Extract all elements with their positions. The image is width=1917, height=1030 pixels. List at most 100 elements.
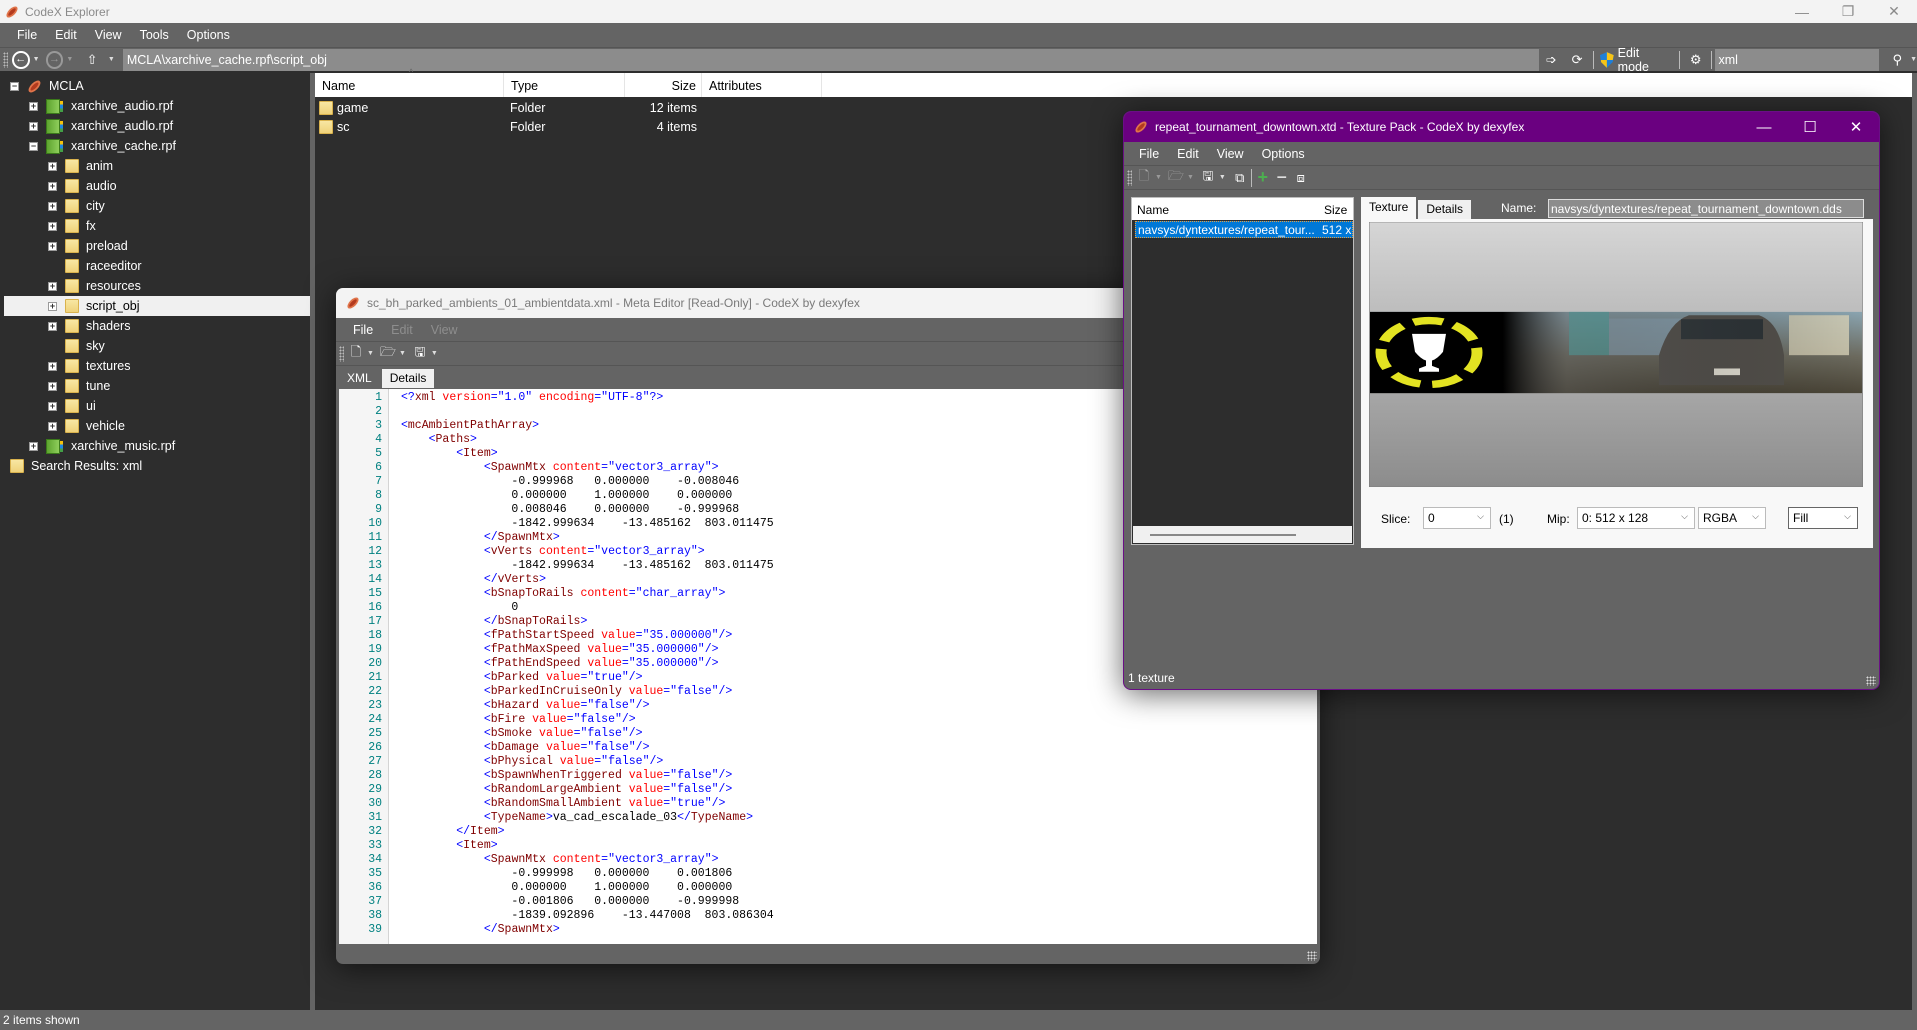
close-button[interactable]: ✕ (1833, 112, 1879, 142)
restore-button[interactable]: ❐ (1825, 0, 1871, 23)
up-dropdown-icon[interactable]: ▼ (108, 56, 115, 63)
tree-item[interactable]: − xarchive_cache.rpf (4, 136, 310, 156)
tree-item[interactable]: + ui (4, 396, 310, 416)
refresh-icon[interactable]: ⟳ (1567, 51, 1587, 69)
expand-icon[interactable]: + (48, 241, 57, 251)
tree-item[interactable]: + xarchive_music.rpf (4, 436, 310, 456)
tree-item[interactable]: + textures (4, 356, 310, 376)
texture-list[interactable]: Name Size navsys/dyntextures/repeat_tour… (1131, 197, 1354, 545)
maximize-button[interactable]: ☐ (1787, 112, 1833, 142)
folder-tree[interactable]: − MCLA + xarchive_audio.rpf + xarchive_audlo.… (4, 73, 310, 1010)
expand-icon[interactable]: + (48, 421, 57, 431)
tree-item[interactable]: + audio (4, 176, 310, 196)
tab-xml[interactable]: XML (339, 368, 380, 388)
forward-arrow-icon[interactable]: → (45, 50, 64, 69)
column-header-name[interactable]: Name (1137, 203, 1169, 217)
tree-item[interactable]: + anim (4, 156, 310, 176)
resize-grip[interactable] (1866, 676, 1876, 686)
tree-item[interactable]: raceeditor (4, 256, 310, 276)
column-header-type[interactable]: Type (504, 73, 625, 97)
menu-view[interactable]: View (86, 28, 131, 42)
menu-tools[interactable]: Tools (131, 28, 178, 42)
texture-list-item[interactable]: navsys/dyntextures/repeat_tour... 512 x (1135, 221, 1353, 238)
toolbar-grip[interactable] (339, 345, 344, 362)
expand-icon[interactable]: + (29, 101, 38, 111)
tree-item[interactable]: + script_obj (4, 296, 310, 316)
tab-texture[interactable]: Texture (1361, 197, 1417, 219)
expand-icon[interactable]: + (48, 361, 57, 371)
menu-file[interactable]: File (344, 323, 382, 337)
save-dropdown-icon[interactable]: ▼ (1219, 174, 1226, 181)
expand-icon[interactable]: + (29, 441, 38, 451)
save-icon[interactable]: 🖫 (1200, 168, 1216, 186)
tree-item[interactable]: + tune (4, 376, 310, 396)
up-folder-icon[interactable]: ⇧ (82, 51, 102, 69)
menu-options[interactable]: Options (178, 28, 239, 42)
back-dropdown-icon[interactable]: ▼ (33, 56, 40, 63)
edit-mode-button[interactable]: Edit mode (1597, 46, 1676, 74)
address-input[interactable] (122, 48, 1539, 71)
fill-mode-select[interactable]: Fill ⌵ (1788, 507, 1858, 529)
expand-icon[interactable]: + (48, 201, 57, 211)
tree-item[interactable]: sky (4, 336, 310, 356)
save-dropdown-icon[interactable]: ▼ (431, 350, 438, 357)
slice-select[interactable]: 0 ⌵ (1423, 507, 1491, 529)
forward-dropdown-icon[interactable]: ▼ (66, 56, 73, 63)
tree-item[interactable]: + vehicle (4, 416, 310, 436)
scrollbar-thumb[interactable] (1150, 534, 1296, 536)
menu-edit[interactable]: Edit (46, 28, 86, 42)
expand-icon[interactable]: + (48, 281, 57, 291)
tree-item[interactable]: Search Results: xml (4, 456, 310, 476)
back-arrow-icon[interactable]: ← (11, 50, 30, 69)
new-file-icon[interactable]: 🗋 (1136, 168, 1152, 186)
tree-item[interactable]: + city (4, 196, 310, 216)
expand-icon[interactable]: + (48, 401, 57, 411)
expand-icon[interactable]: + (48, 381, 57, 391)
tree-item[interactable]: + resources (4, 276, 310, 296)
menu-file[interactable]: File (8, 28, 46, 42)
open-dropdown-icon[interactable]: ▼ (1187, 174, 1194, 181)
expand-icon[interactable]: + (48, 221, 57, 231)
new-file-icon[interactable]: 🗋 (348, 344, 364, 362)
remove-texture-icon[interactable]: − (1274, 167, 1290, 187)
texture-name-field[interactable] (1548, 199, 1864, 218)
tree-item[interactable]: + preload (4, 236, 310, 256)
tree-item[interactable]: + fx (4, 216, 310, 236)
expand-icon[interactable]: + (48, 321, 57, 331)
menu-view[interactable]: View (1208, 147, 1253, 161)
mip-select[interactable]: 0: 512 x 128 ⌵ (1577, 507, 1695, 529)
close-button[interactable]: ✕ (1871, 0, 1917, 23)
export-icon[interactable]: ⧉ (1232, 170, 1248, 186)
add-texture-icon[interactable]: + (1255, 167, 1271, 187)
column-header-size[interactable]: Size (1324, 203, 1347, 217)
minimize-button[interactable]: — (1741, 112, 1787, 142)
replace-texture-icon[interactable]: ⧈ (1293, 170, 1309, 186)
expand-icon[interactable]: + (48, 301, 57, 311)
tab-details[interactable]: Details (1418, 200, 1472, 219)
search-input[interactable] (1715, 48, 1880, 71)
search-dropdown-icon[interactable]: ▼ (1910, 56, 1917, 63)
collapse-icon[interactable]: − (29, 141, 38, 151)
resize-grip[interactable] (1307, 951, 1317, 961)
channel-select[interactable]: RGBA ⌵ (1698, 507, 1766, 529)
expand-icon[interactable]: + (48, 181, 57, 191)
menu-options[interactable]: Options (1253, 147, 1314, 161)
open-file-icon[interactable]: 🗁 (1168, 168, 1184, 186)
new-dropdown-icon[interactable]: ▼ (1155, 174, 1162, 181)
horizontal-scrollbar[interactable] (1133, 526, 1352, 543)
collapse-icon[interactable]: − (10, 81, 19, 91)
settings-gear-icon[interactable]: ⚙ (1686, 51, 1706, 69)
expand-icon[interactable]: + (48, 161, 57, 171)
tree-item[interactable]: + xarchive_audio.rpf (4, 96, 310, 116)
open-file-icon[interactable]: 🗁 (380, 344, 396, 362)
menu-file[interactable]: File (1130, 147, 1168, 161)
search-icon[interactable]: ⚲ (1887, 51, 1907, 69)
go-arrow-icon[interactable]: ➩ (1542, 51, 1562, 69)
column-header-size[interactable]: Size (625, 73, 702, 97)
save-icon[interactable]: 🖫 (412, 344, 428, 362)
minimize-button[interactable]: — (1779, 0, 1825, 23)
open-dropdown-icon[interactable]: ▼ (399, 350, 406, 357)
new-dropdown-icon[interactable]: ▼ (367, 350, 374, 357)
tree-item[interactable]: + xarchive_audlo.rpf (4, 116, 310, 136)
expand-icon[interactable]: + (29, 121, 38, 131)
